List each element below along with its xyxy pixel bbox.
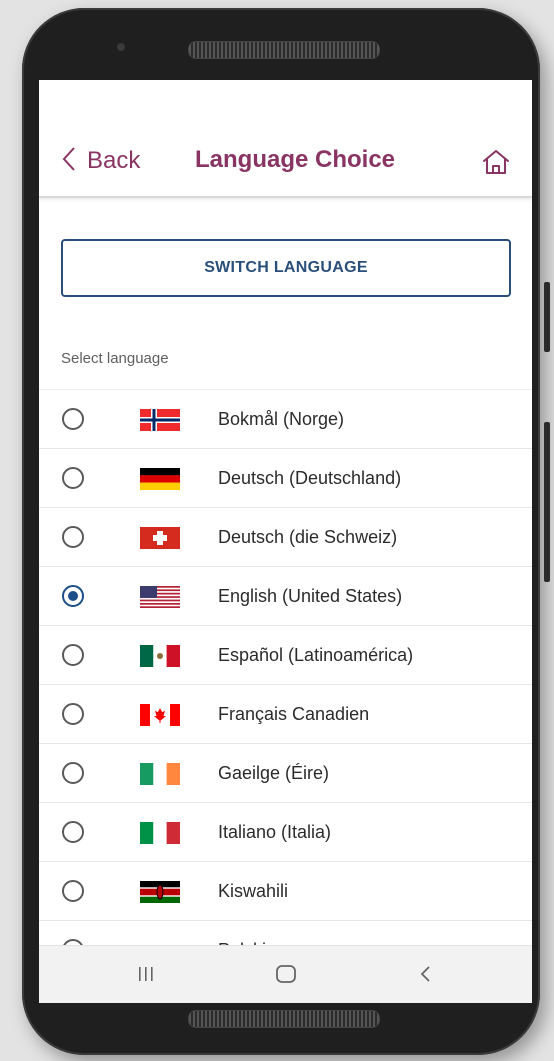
home-icon[interactable]	[481, 148, 511, 176]
kenya-flag	[140, 881, 180, 903]
language-label: Français Canadien	[218, 704, 370, 724]
radio-button[interactable]	[62, 821, 84, 843]
language-label: Bokmål (Norge)	[218, 409, 345, 429]
radio-button[interactable]	[62, 644, 84, 666]
language-label: Deutsch (Deutschland)	[218, 468, 402, 488]
back-button[interactable]: Back	[61, 146, 140, 176]
app-screen: Back Language Choice SWITCH LANGUAGE Sel…	[39, 80, 532, 1003]
home-pill-icon[interactable]	[275, 963, 297, 985]
system-nav-bar	[39, 945, 532, 1003]
ireland-flag	[140, 763, 180, 785]
language-row-italiano[interactable]: Italiano (Italia)	[39, 802, 532, 861]
language-label: Deutsch (die Schweiz)	[218, 527, 398, 547]
chevron-left-icon	[61, 146, 77, 176]
radio-button[interactable]	[62, 880, 84, 902]
language-label: Español (Latinoamérica)	[218, 645, 414, 665]
language-label: Gaeilge (Éire)	[218, 763, 330, 783]
back-label: Back	[87, 147, 141, 174]
page-title: Language Choice	[195, 146, 396, 173]
select-language-label: Select language	[61, 350, 169, 367]
radio-button[interactable]	[62, 762, 84, 784]
language-row-english-us[interactable]: English (United States)	[39, 566, 532, 625]
mexico-flag	[140, 645, 180, 667]
usa-flag	[140, 586, 180, 608]
switzerland-flag	[140, 527, 180, 549]
language-row-kiswahili[interactable]: Kiswahili	[39, 861, 532, 920]
back-chevron-icon[interactable]	[415, 963, 437, 985]
germany-flag	[140, 468, 180, 490]
canada-flag	[140, 704, 180, 726]
volume-button	[544, 422, 550, 582]
front-camera	[117, 43, 125, 51]
language-row-gaeilge[interactable]: Gaeilge (Éire)	[39, 743, 532, 802]
top-speaker	[188, 41, 380, 59]
language-row-deutsch-de[interactable]: Deutsch (Deutschland)	[39, 448, 532, 507]
radio-button[interactable]	[62, 703, 84, 725]
language-label: English (United States)	[218, 586, 403, 606]
language-label: Kiswahili	[218, 881, 289, 901]
radio-button-selected[interactable]	[62, 585, 84, 607]
language-row-bokmal[interactable]: Bokmål (Norge)	[39, 389, 532, 448]
language-row-espanol[interactable]: Español (Latinoamérica)	[39, 625, 532, 684]
power-button	[544, 282, 550, 352]
radio-button[interactable]	[62, 526, 84, 548]
language-row-francais-ca[interactable]: Français Canadien	[39, 684, 532, 743]
language-label: Italiano (Italia)	[218, 822, 332, 842]
radio-button[interactable]	[62, 408, 84, 430]
recents-icon[interactable]	[135, 963, 157, 985]
language-list: Bokmål (Norge) Deutsch (Deutschland) Deu…	[39, 389, 532, 979]
app-header: Back Language Choice	[39, 80, 532, 198]
bottom-speaker	[188, 1010, 380, 1028]
radio-button[interactable]	[62, 467, 84, 489]
switch-language-button[interactable]: SWITCH LANGUAGE	[61, 239, 511, 297]
italy-flag	[140, 822, 180, 844]
norway-flag	[140, 409, 180, 431]
language-row-deutsch-ch[interactable]: Deutsch (die Schweiz)	[39, 507, 532, 566]
